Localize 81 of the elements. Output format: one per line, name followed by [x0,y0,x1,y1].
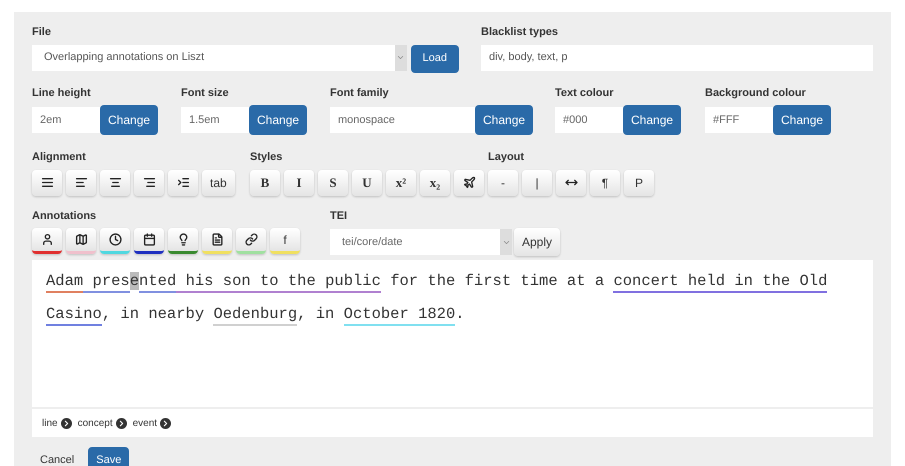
field-label: Line height [32,86,91,100]
text-span: Oedenburg [213,305,298,326]
toolbar-button[interactable] [454,170,484,196]
toolbar-button[interactable] [100,170,130,196]
toolbar-button[interactable] [66,170,96,196]
text-span: October 1820 [344,305,456,326]
plane-icon [462,176,476,189]
setting-field[interactable]: 2em [32,107,100,133]
toolbar-button[interactable] [168,170,198,196]
load-button[interactable]: Load [410,44,459,72]
cursor-character: e [130,272,140,290]
toolbar-button[interactable]: tab [202,170,235,196]
tei-select[interactable]: tei/core/date [330,229,500,255]
justify-icon [40,176,54,189]
align-left-icon [74,176,88,189]
field-label: TEI [330,208,348,224]
text-span: nted [139,272,176,293]
text-span: . [455,305,465,323]
setting-field[interactable]: 1.5em [181,107,249,133]
map-icon [74,233,88,246]
field-label: Layout [488,150,524,165]
setting-field[interactable]: monospace [330,107,475,133]
field-label: Font family [330,86,389,100]
change-button[interactable]: Change [773,105,832,135]
apply-button[interactable]: Apply [514,228,560,256]
field-label: Font size [181,86,229,100]
change-button[interactable]: Change [475,105,534,135]
link-icon [244,233,258,246]
toolbar-button[interactable] [134,228,164,254]
field-label: File [32,25,51,40]
toolbar-button[interactable] [134,170,164,196]
breadcrumb-link[interactable]: concept [78,416,113,430]
toolbar-button[interactable]: I [284,170,314,196]
text-span: Adam [46,272,84,293]
toolbar-button[interactable]: - [488,170,518,196]
lightbulb-icon [176,233,190,246]
person-icon [40,233,54,246]
breadcrumb-link[interactable]: event [132,416,158,430]
toolbar-button[interactable]: ¶ [590,170,620,196]
text-span: , in nearby [102,305,206,323]
setting-field[interactable]: #000 [555,107,623,133]
field-label: Text colour [555,86,614,100]
field-label: Alignment [32,150,86,165]
clock-icon [108,233,122,246]
document-icon [210,233,224,246]
change-button[interactable]: Change [623,105,682,135]
toolbar-button[interactable]: B [250,170,280,196]
text-span: Casino [46,305,102,326]
change-button[interactable]: Change [249,105,308,135]
setting-field[interactable]: #FFF [705,107,773,133]
field-label: Annotations [32,208,96,224]
toolbar-button[interactable] [32,228,62,254]
align-center-icon [108,176,122,189]
calendar-icon [142,233,156,246]
text-span: , in [297,305,336,323]
text-span: his son to the public [176,272,381,293]
text-span: concert held in the Old [613,272,828,293]
dropdown-caret-icon [396,53,406,62]
text-span: for the first time at a [389,272,606,290]
indent-icon [176,176,190,189]
toolbar-button[interactable]: U [352,170,382,196]
file-select[interactable]: Overlapping annotations on Liszt [32,44,395,70]
toolbar-button[interactable]: | [522,170,552,196]
toolbar-button[interactable]: P [624,170,654,196]
change-button[interactable]: Change [100,105,158,135]
toolbar-button[interactable]: x₂ [420,170,450,196]
toolbar-button[interactable] [32,170,62,196]
field-label: Styles [250,150,282,165]
text-editor[interactable]: Adam presented his son to the public for the first time at a concert held in the Old Casino, in nearby Oedenburg, in October 1820. [32,260,873,407]
toolbar-button[interactable] [168,228,198,254]
toolbar-button[interactable]: f [270,228,300,254]
blacklist-field[interactable]: div, body, text, p [481,44,873,70]
toolbar-button[interactable]: S [318,170,348,196]
cancel-button[interactable]: Cancel [32,447,82,466]
field-label: Background colour [705,86,806,100]
align-right-icon [142,176,156,189]
toolbar-button[interactable] [556,170,586,196]
breadcrumb-link[interactable]: line [42,416,58,430]
field-label: Blacklist types [481,25,558,40]
toolbar-button[interactable]: x² [386,170,416,196]
save-button[interactable]: Save [88,447,130,466]
